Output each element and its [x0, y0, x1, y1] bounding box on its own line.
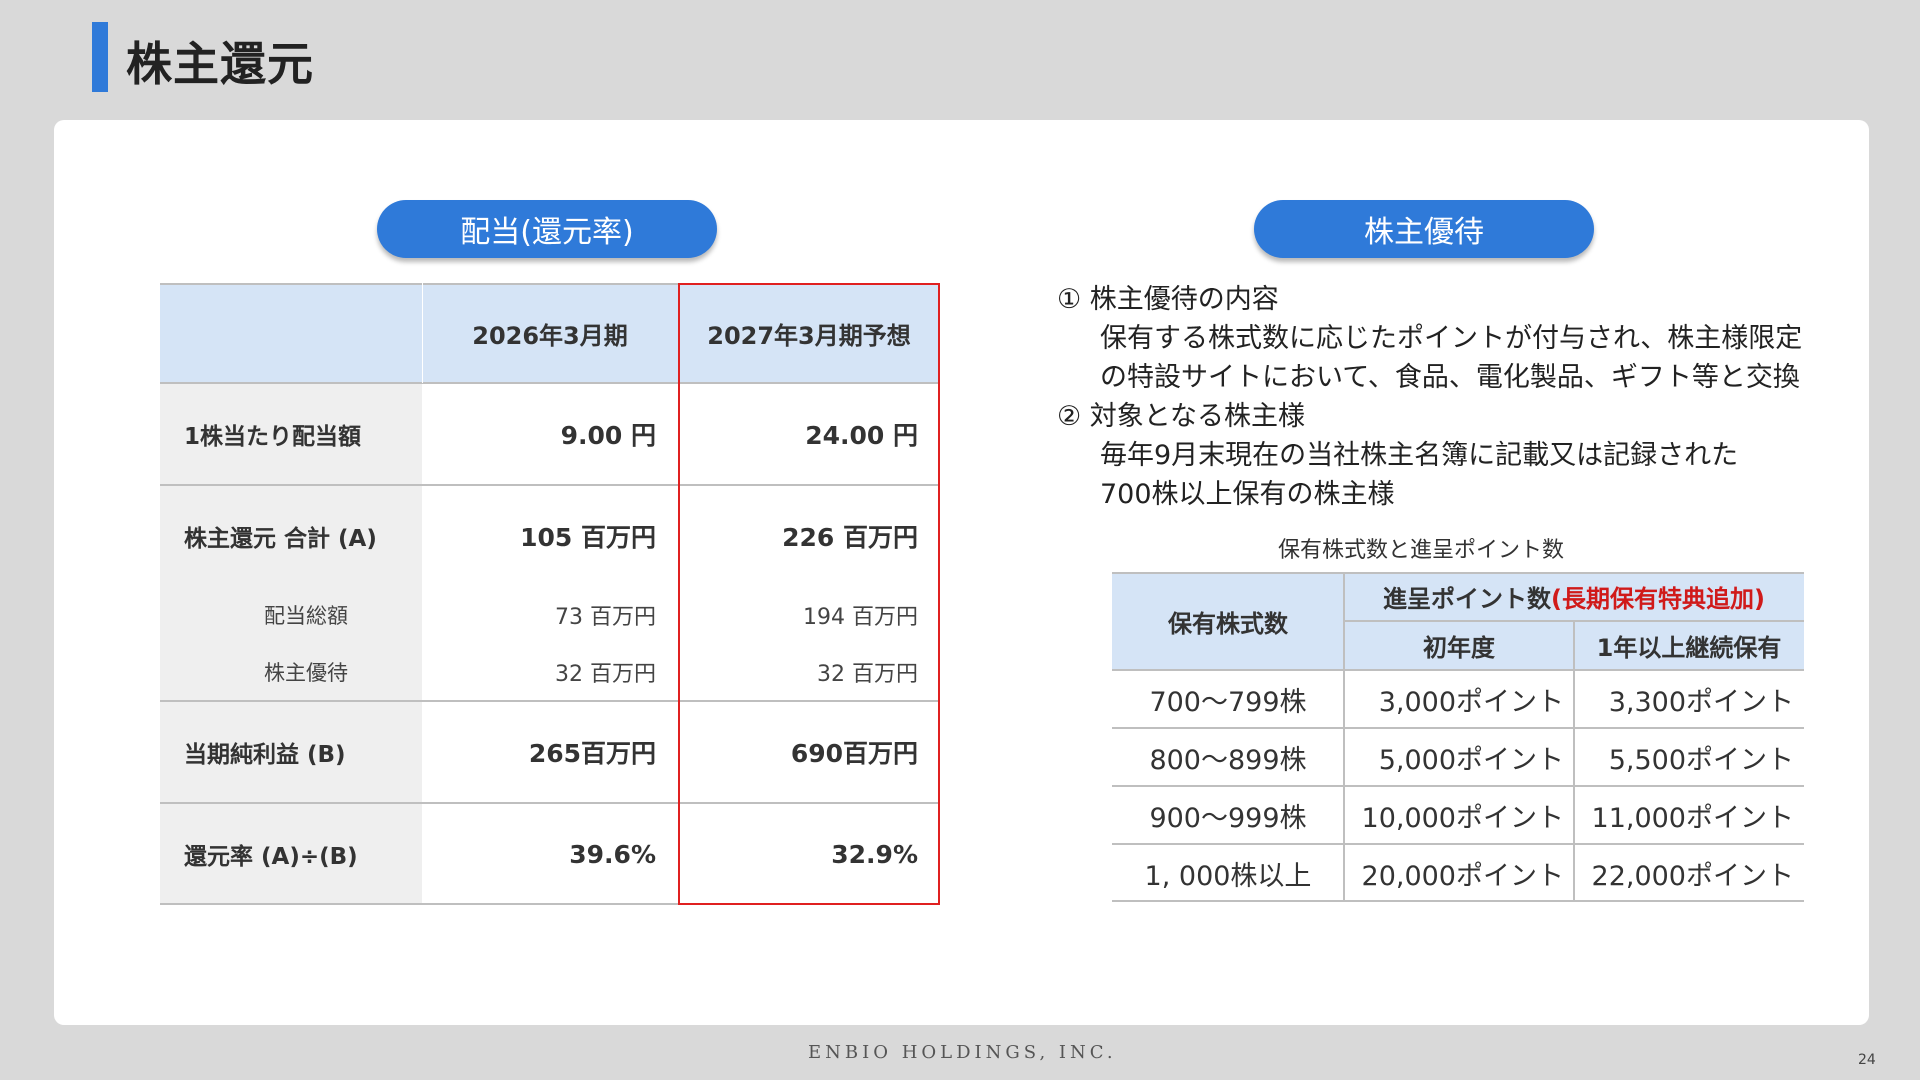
value-net-income-2027: 690百万円: [790, 739, 918, 768]
benefit-item2-line1: 毎年9月末現在の当社株主名簿に記載又は記録された: [1100, 440, 1739, 471]
table-rule: [160, 484, 940, 486]
benefit-item1-line1: 保有する株式数に応じたポイントが付与され、株主様限定: [1100, 323, 1803, 354]
page-number: 24: [1858, 1052, 1876, 1068]
points-row-shares: 700～799株: [1149, 686, 1307, 718]
value-dividend-total-2027: 194 百万円: [803, 605, 918, 630]
row-label-payout-ratio: 還元率 (A)÷(B): [160, 803, 422, 905]
dividend-header-2027: 2027年3月期予想: [678, 283, 940, 383]
table-rule: [160, 903, 940, 905]
value-dividend-total-2026: 73 百万円: [555, 605, 656, 630]
benefit-description: ① 株主優待の内容 保有する株式数に応じたポイントが付与され、株主様限定 の特設…: [1057, 280, 1837, 514]
row-label-benefit-cost: 株主優待: [160, 643, 422, 701]
points-row-shares: 1, 000株以上: [1144, 860, 1312, 892]
points-divider: [1573, 621, 1575, 902]
title-accent-bar: [92, 22, 108, 92]
points-table: 保有株式数 進呈ポイント数 (長期保有特典追加) 初年度 1年以上継続保有 700…: [1112, 572, 1804, 902]
content-panel: 配当(還元率) 株主優待 2026年3月期 2027年3月期予想 1株当たり配当…: [54, 120, 1869, 1025]
value-payout-ratio-2026: 39.6%: [569, 839, 656, 869]
points-header-points: 進呈ポイント数 (長期保有特典追加): [1344, 572, 1804, 621]
value-total-return-2027: 226 百万円: [782, 523, 918, 552]
points-row-continued: 22,000ポイント: [1591, 860, 1794, 892]
value-benefit-cost-2027: 32 百万円: [817, 662, 918, 687]
dividend-table: 2026年3月期 2027年3月期予想 1株当たり配当額 9.00 円 24.0…: [160, 283, 940, 905]
points-rule: [1112, 843, 1804, 845]
table-rule: [160, 700, 940, 702]
points-header-points-note: (長期保有特典追加): [1551, 585, 1765, 613]
points-rule: [1344, 620, 1804, 622]
points-rule: [1112, 727, 1804, 729]
table-rule: [160, 382, 940, 384]
dividend-header-2026: 2026年3月期: [422, 283, 678, 383]
points-row-first: 10,000ポイント: [1361, 802, 1564, 834]
header-divider: [422, 283, 423, 383]
points-header-first-year: 初年度: [1344, 621, 1574, 670]
benefit-item2-line2: 700株以上保有の株主様: [1100, 479, 1395, 510]
value-total-return-2026: 105 百万円: [520, 523, 656, 552]
page-title: 株主還元: [126, 37, 314, 91]
points-rule: [1112, 785, 1804, 787]
value-net-income-2026: 265百万円: [528, 739, 656, 768]
dividend-section-pill: 配当(還元率): [377, 200, 717, 258]
points-row-shares: 800～899株: [1149, 744, 1307, 776]
points-row-first: 3,000ポイント: [1378, 686, 1564, 718]
row-label-dps: 1株当たり配当額: [160, 383, 422, 485]
value-payout-ratio-2027: 32.9%: [831, 839, 918, 869]
points-rule: [1112, 669, 1804, 671]
value-dps-2026: 9.00 円: [560, 421, 656, 450]
value-benefit-cost-2026: 32 百万円: [555, 662, 656, 687]
dividend-header-blank: [160, 283, 422, 383]
points-row-shares: 900～999株: [1149, 802, 1307, 834]
points-table-caption: 保有株式数と進呈ポイント数: [1278, 538, 1565, 563]
table-rule: [160, 283, 940, 285]
points-row-continued: 11,000ポイント: [1591, 802, 1794, 834]
points-header-continued: 1年以上継続保有: [1574, 621, 1804, 670]
points-row-continued: 3,300ポイント: [1608, 686, 1794, 718]
points-rule: [1112, 572, 1804, 574]
benefit-item2-title: ② 対象となる株主様: [1057, 401, 1305, 432]
row-label-dividend-total: 配当総額: [160, 587, 422, 643]
row-label-net-income: 当期純利益 (B): [160, 701, 422, 803]
row-label-total-return: 株主還元 合計 (A): [160, 485, 422, 587]
points-row-continued: 5,500ポイント: [1608, 744, 1794, 776]
benefit-item1-line2: の特設サイトにおいて、食品、電化製品、ギフト等と交換: [1100, 362, 1800, 393]
points-rule: [1112, 900, 1804, 902]
points-row-first: 5,000ポイント: [1378, 744, 1564, 776]
benefit-section-pill: 株主優待: [1254, 200, 1594, 258]
points-header-shares: 保有株式数: [1112, 572, 1344, 670]
table-rule: [160, 802, 940, 804]
points-row-first: 20,000ポイント: [1361, 860, 1564, 892]
footer-company-name: ENBIO HOLDINGS, INC.: [808, 1042, 1117, 1063]
points-header-points-label: 進呈ポイント数: [1383, 585, 1552, 613]
value-dps-2027: 24.00 円: [805, 421, 918, 450]
benefit-item1-title: ① 株主優待の内容: [1057, 284, 1279, 315]
